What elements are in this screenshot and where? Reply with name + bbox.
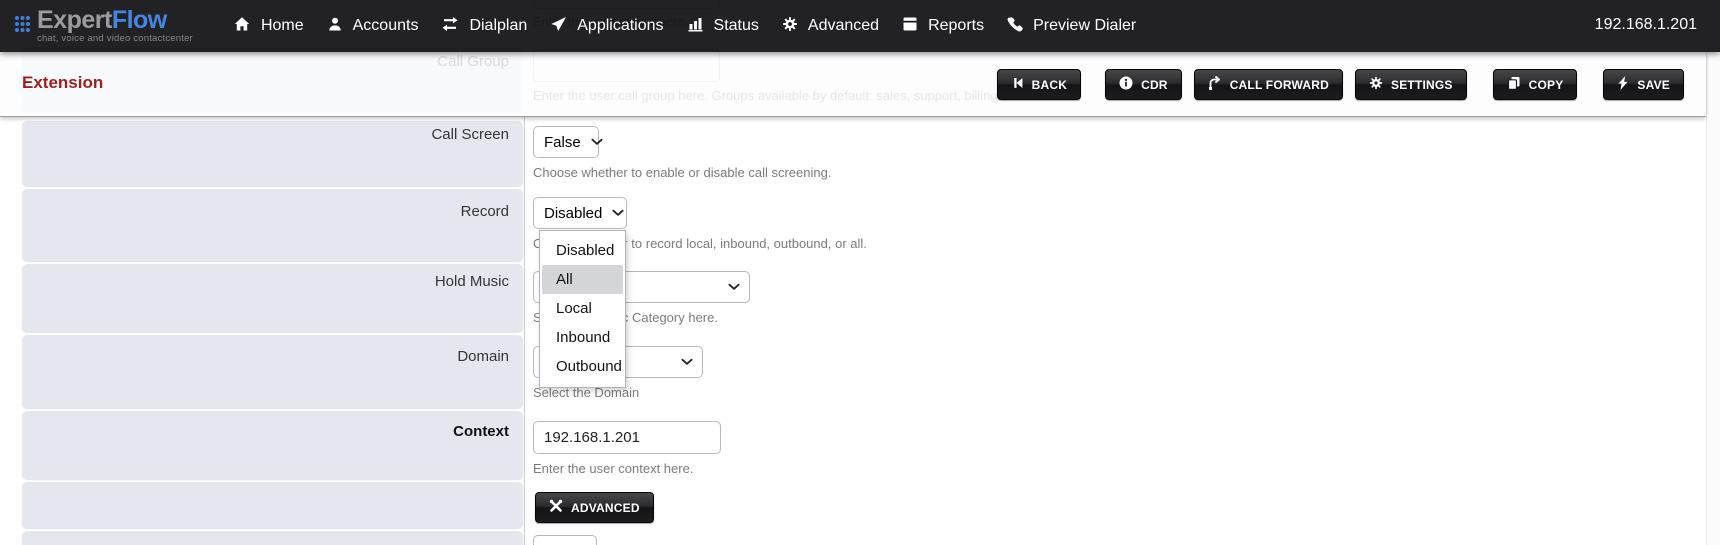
call-screen-select[interactable]: False: [533, 126, 599, 158]
person-icon: [327, 16, 343, 37]
hold-music-label: Hold Music: [22, 273, 509, 290]
scrollbar[interactable]: [1706, 52, 1720, 545]
nav-item-preview-dialer[interactable]: Preview Dialer: [1007, 16, 1136, 37]
journal-icon: [902, 16, 918, 37]
dropdown-option-all[interactable]: All: [542, 265, 623, 294]
bar-chart-icon: [687, 16, 704, 37]
nav-item-home[interactable]: Home: [233, 16, 304, 37]
chevron-down-icon: [728, 283, 740, 291]
nav-item-applications[interactable]: Applications: [550, 16, 663, 37]
back-button[interactable]: BACK: [997, 69, 1081, 100]
save-button[interactable]: SAVE: [1603, 69, 1684, 100]
partial-select[interactable]: [533, 535, 597, 545]
lightning-icon: [1617, 76, 1629, 93]
settings-button[interactable]: SETTINGS: [1355, 69, 1467, 100]
home-icon: [233, 16, 251, 37]
record-row: Record Disabled Choose whether to record…: [22, 189, 1700, 261]
advanced-button[interactable]: ADVANCED: [535, 492, 654, 523]
record-label: Record: [22, 203, 509, 220]
dropdown-option-local[interactable]: Local: [540, 294, 625, 323]
chevron-down-icon: [591, 138, 603, 146]
call-forward-button[interactable]: CALL FORWARD: [1194, 69, 1343, 100]
row-stripe: [22, 335, 523, 408]
row-stripe: [22, 531, 523, 545]
extension-page: Enter the call timeout here. Call Group …: [0, 0, 1720, 545]
row-stripe: [22, 411, 523, 479]
context-row: Context Enter the user context here.: [22, 411, 1700, 479]
page-toolbar: Extension BACK CDR CALL FORWARD SETTINGS…: [0, 52, 1706, 117]
chevron-down-icon: [681, 358, 693, 366]
brand-name: ExpertFlow: [37, 8, 193, 32]
copy-icon: [1507, 76, 1521, 93]
context-input[interactable]: [533, 421, 721, 454]
copy-button[interactable]: COPY: [1493, 69, 1578, 100]
page-title: Extension: [22, 73, 103, 93]
paper-plane-icon: [550, 16, 567, 37]
record-select[interactable]: Disabled: [533, 197, 627, 229]
context-hint: Enter the user context here.: [533, 461, 721, 476]
gear-icon: [782, 16, 798, 37]
next-partial-row: [22, 531, 1700, 545]
nav-item-advanced[interactable]: Advanced: [782, 16, 879, 37]
info-icon: [1119, 76, 1133, 93]
gear-icon: [1369, 76, 1383, 93]
call-screen-value: False: [544, 134, 581, 151]
dropdown-option-disabled[interactable]: Disabled: [540, 236, 625, 265]
call-screen-hint: Choose whether to enable or disable call…: [533, 165, 831, 180]
top-navbar: ExpertFlow chat, voice and video contact…: [0, 0, 1720, 52]
server-ip: 192.168.1.201: [1595, 16, 1697, 34]
cdr-button[interactable]: CDR: [1105, 69, 1182, 100]
hold-music-row: Hold Music Select the Music Category her…: [22, 264, 1700, 332]
logo-dots-icon: [14, 13, 33, 40]
dropdown-option-outbound[interactable]: Outbound: [540, 352, 625, 381]
nav-menu: Home Accounts Dialplan Applications Stat…: [233, 16, 1136, 37]
domain-row: Domain Select the Domain: [22, 335, 1700, 408]
row-stripe: [22, 189, 523, 261]
skip-back-icon: [1011, 76, 1024, 93]
extension-form: Call Screen False Choose whether to enab…: [0, 121, 1700, 545]
nav-item-reports[interactable]: Reports: [902, 16, 984, 37]
nav-item-accounts[interactable]: Accounts: [327, 16, 419, 37]
nav-item-status[interactable]: Status: [687, 16, 759, 37]
nav-item-dialplan[interactable]: Dialplan: [441, 16, 527, 37]
record-value: Disabled: [544, 205, 602, 222]
record-dropdown-menu: Disabled All Local Inbound Outbound: [539, 230, 626, 388]
call-screen-row: Call Screen False Choose whether to enab…: [22, 121, 1700, 186]
toolbar-buttons: BACK CDR CALL FORWARD SETTINGS COPY SAVE: [997, 69, 1684, 100]
expertflow-logo: ExpertFlow chat, voice and video contact…: [14, 8, 193, 44]
domain-label: Domain: [22, 348, 509, 365]
call-forward-icon: [1208, 76, 1222, 93]
swap-arrows-icon: [441, 16, 459, 37]
advanced-row: ADVANCED: [22, 482, 1700, 528]
chevron-down-icon: [612, 209, 624, 217]
crossed-tools-icon: [549, 499, 563, 516]
context-label: Context: [22, 423, 509, 440]
call-screen-label: Call Screen: [22, 126, 509, 143]
brand-tagline: chat, voice and video contactcenter: [37, 33, 193, 44]
dropdown-option-inbound[interactable]: Inbound: [540, 323, 625, 352]
row-stripe: [22, 482, 523, 528]
phone-icon: [1007, 16, 1023, 37]
